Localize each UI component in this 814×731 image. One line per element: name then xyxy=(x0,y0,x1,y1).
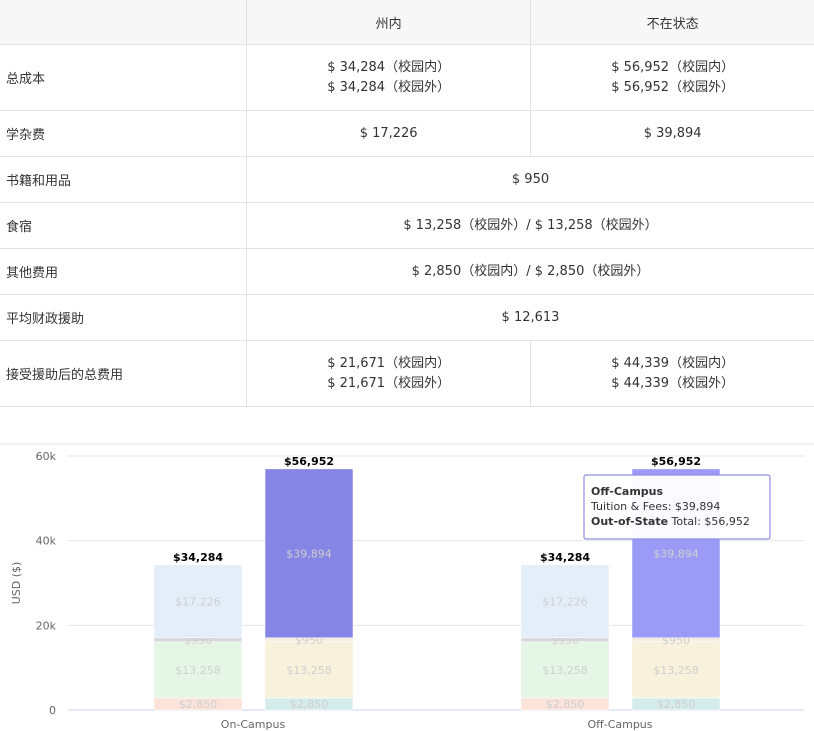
y-tick-label: 0 xyxy=(49,704,56,717)
segment-data-label: $13,258 xyxy=(653,664,699,677)
table-row: 平均财政援助 $ 12,613 xyxy=(0,294,814,341)
bar-total-label: $56,952 xyxy=(651,455,701,468)
segment-data-label: $39,894 xyxy=(286,547,332,560)
row-label: 食宿 xyxy=(0,202,247,249)
cell-line: $ 44,339（校园外） xyxy=(611,375,735,391)
bar-total-label: $56,952 xyxy=(284,455,334,468)
row-label: 总成本 xyxy=(0,44,247,111)
row-label: 其他费用 xyxy=(0,248,247,295)
row-label: 接受援助后的总费用 xyxy=(0,340,247,407)
x-category-label: On-Campus xyxy=(221,718,286,731)
row-label: 平均财政援助 xyxy=(0,294,247,341)
table-row: 学杂费 $ 17,226 $ 39,894 xyxy=(0,110,814,157)
segment-data-label: $39,894 xyxy=(653,547,699,560)
tooltip-total-text: Total: $56,952 xyxy=(668,515,750,528)
header-in-state: 州内 xyxy=(245,0,532,45)
header-blank xyxy=(0,0,247,45)
cell-line: $ 44,339（校园内） xyxy=(611,355,735,371)
segment-data-label: $17,226 xyxy=(542,595,588,608)
cell-span: $ 12,613 xyxy=(246,294,814,341)
cost-bar-chart: 020k40k60kUSD ($)On-Campus Off-Campus$2,8… xyxy=(0,443,814,731)
cell-in-state: $ 17,226 xyxy=(246,110,532,157)
cell-span: $ 13,258（校园外）/ $ 13,258（校园外） xyxy=(246,202,814,249)
segment-data-label: $13,258 xyxy=(175,664,221,677)
cell-span: $ 2,850（校园内）/ $ 2,850（校园外） xyxy=(246,248,814,295)
tooltip-group-name: Out-of-State xyxy=(591,515,668,528)
tooltip-total-line: Out-of-State Total: $56,952 xyxy=(591,515,750,528)
table-row: 总成本 $ 34,284（校园内） $ 34,284（校园外） $ 56,952… xyxy=(0,44,814,111)
segment-data-label: $2,850 xyxy=(657,698,696,711)
segment-data-label: $2,850 xyxy=(179,698,218,711)
table-row: 书籍和用品 $ 950 xyxy=(0,156,814,203)
cell-span: $ 950 xyxy=(246,156,814,203)
tooltip-line: Tuition & Fees: $39,894 xyxy=(590,500,720,513)
cell-line: $ 34,284（校园内） xyxy=(327,59,451,75)
row-label: 书籍和用品 xyxy=(0,156,247,203)
header-out-of-state: 不在状态 xyxy=(530,0,814,45)
cell-out-of-state: $ 44,339（校园内） $ 44,339（校园外） xyxy=(530,340,814,407)
table-row: 其他费用 $ 2,850（校园内）/ $ 2,850（校园外） xyxy=(0,248,814,295)
segment-data-label: $17,226 xyxy=(175,595,221,608)
bar-total-label: $34,284 xyxy=(540,551,590,564)
bar-total-label: $34,284 xyxy=(173,551,223,564)
segment-data-label: $13,258 xyxy=(286,664,332,677)
table-row: 接受援助后的总费用 $ 21,671（校园内） $ 21,671（校园外） $ … xyxy=(0,340,814,407)
cost-table: 州内 不在状态 总成本 $ 34,284（校园内） $ 34,284（校园外） … xyxy=(0,0,814,407)
cell-line: $ 21,671（校园外） xyxy=(327,375,451,391)
segment-data-label: $2,850 xyxy=(546,698,585,711)
cell-line: $ 56,952（校园外） xyxy=(611,79,735,95)
table-row: 食宿 $ 13,258（校园外）/ $ 13,258（校园外） xyxy=(0,202,814,249)
y-tick-label: 60k xyxy=(36,450,57,463)
cell-line: $ 56,952（校园内） xyxy=(611,59,735,75)
cell-in-state: $ 34,284（校园内） $ 34,284（校园外） xyxy=(246,44,532,111)
cell-out-of-state: $ 56,952（校园内） $ 56,952（校园外） xyxy=(530,44,814,111)
row-label: 学杂费 xyxy=(0,110,247,157)
y-axis-title: USD ($) xyxy=(10,562,23,605)
y-tick-label: 20k xyxy=(36,619,57,632)
segment-data-label: $2,850 xyxy=(290,698,329,711)
cell-in-state: $ 21,671（校园内） $ 21,671（校园外） xyxy=(246,340,532,407)
cell-line: $ 21,671（校园内） xyxy=(327,355,451,371)
cell-out-of-state: $ 39,894 xyxy=(530,110,814,157)
segment-data-label: $13,258 xyxy=(542,664,588,677)
y-tick-label: 40k xyxy=(36,535,57,548)
cell-line: $ 34,284（校园外） xyxy=(327,79,451,95)
x-category-label: Off-Campus xyxy=(587,718,652,731)
table-header-row: 州内 不在状态 xyxy=(0,0,814,45)
tooltip-title: Off-Campus xyxy=(591,485,663,498)
